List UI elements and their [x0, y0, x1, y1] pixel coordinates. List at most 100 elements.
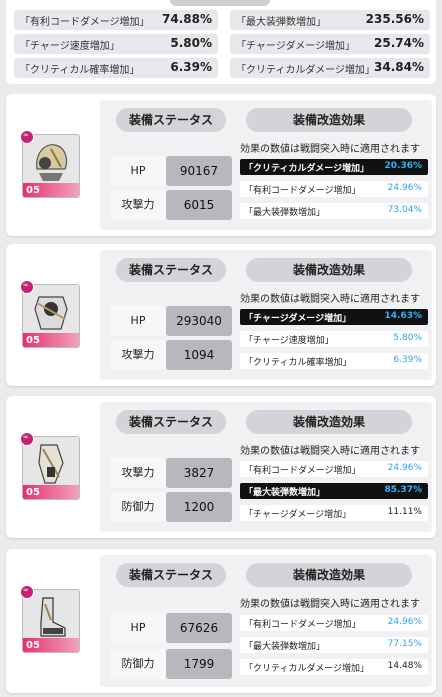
equipment-detail: 装備ステータス 装備改造効果 効果の数値は戦闘突入時に適用されます HP 293… — [100, 250, 432, 380]
effect-label: 「クリティカルダメージ増加」 — [244, 664, 370, 674]
effect-value: 77.15% — [387, 639, 422, 649]
summary-row: 「クリティカル確率増加」 6.39% — [14, 58, 218, 78]
stat-value: 293040 — [166, 306, 232, 336]
effect-row: 「有利コードダメージ増加」 24.96% — [240, 615, 428, 631]
summary-row: 「チャージダメージ増加」 25.74% — [230, 34, 430, 54]
equipment-card: 05 ∞ 装備ステータス 装備改造効果 効果の数値は戦闘突入時に適用されます H… — [6, 549, 436, 693]
effect-row: 「クリティカルダメージ増加」 14.48% — [240, 659, 428, 675]
corp-badge-icon: ∞ — [20, 432, 34, 446]
effect-note: 効果の数値は戦闘突入時に適用されます — [240, 599, 420, 610]
summary-value: 25.74% — [374, 36, 424, 50]
summary-row: 「最大装弾数増加」 235.56% — [230, 10, 430, 30]
effect-value: 24.96% — [387, 183, 422, 193]
summary-label: 「クリティカル確率増加」 — [20, 65, 140, 76]
status-title: 装備ステータス — [116, 563, 226, 587]
stat-label: 防御力 — [110, 649, 166, 679]
helmet-icon — [36, 144, 68, 181]
effect-label: 「チャージダメージ増加」 — [244, 314, 352, 324]
boots-icon — [40, 597, 66, 637]
summary-row: 「チャージ速度増加」 5.80% — [14, 34, 218, 54]
equipment-level: 05 — [26, 185, 40, 196]
summary-label: 「チャージダメージ増加」 — [236, 41, 355, 52]
effect-label: 「有利コードダメージ増加」 — [244, 466, 361, 476]
equipment-thumbnail[interactable]: 05 — [22, 436, 80, 500]
stat-label: 攻撃力 — [110, 458, 166, 488]
effect-row: 「有利コードダメージ増加」 24.96% — [240, 181, 428, 197]
summary-value: 6.39% — [170, 60, 212, 74]
equipment-card: 05 ∞ 装備ステータス 装備改造効果 効果の数値は戦闘突入時に適用されます H… — [6, 244, 436, 386]
effect-label: 「最大装弾数増加」 — [244, 208, 326, 218]
effect-label: 「クリティカル確率増加」 — [244, 358, 352, 368]
stat-label: 防御力 — [110, 492, 166, 522]
equipment-detail: 装備ステータス 装備改造効果 効果の数値は戦闘突入時に適用されます 攻撃力 38… — [100, 402, 432, 532]
armor-icon — [34, 296, 68, 330]
summary-label: 「有利コードダメージ増加」 — [20, 17, 150, 28]
effect-value: 85.37% — [384, 485, 423, 495]
summary-value: 34.84% — [374, 60, 424, 74]
summary-label: 「クリティカルダメージ増加」 — [236, 65, 375, 76]
summary-value: 235.56% — [365, 12, 424, 26]
effect-label: 「有利コードダメージ増加」 — [244, 186, 361, 196]
effect-value: 6.39% — [393, 355, 422, 365]
stat-label: HP — [110, 306, 166, 336]
effect-value: 24.96% — [387, 463, 422, 473]
effect-value: 73.04% — [387, 205, 422, 215]
stat-value: 1799 — [166, 649, 232, 679]
mod-title: 装備改造効果 — [246, 258, 412, 282]
gauntlet-icon — [38, 444, 64, 484]
summary-value: 5.80% — [170, 36, 212, 50]
status-title: 装備ステータス — [116, 108, 226, 132]
effect-row: 「クリティカルダメージ増加」 20.36% — [240, 159, 428, 175]
effect-label: 「チャージ速度増加」 — [244, 336, 334, 346]
effect-value: 5.80% — [393, 333, 422, 343]
summary-row: 「有利コードダメージ増加」 74.88% — [14, 10, 218, 30]
summary-value: 74.88% — [162, 12, 212, 26]
effect-value: 14.48% — [387, 661, 422, 671]
mod-title: 装備改造効果 — [246, 410, 412, 434]
stat-value: 67626 — [166, 613, 232, 643]
effect-row: 「クリティカル確率増加」 6.39% — [240, 353, 428, 369]
effect-value: 24.96% — [387, 617, 422, 627]
corp-badge-icon: ∞ — [20, 280, 34, 294]
effect-row: 「最大装弾数増加」 73.04% — [240, 203, 428, 219]
equipment-card: 05 ∞ 装備ステータス 装備改造効果 効果の数値は戦闘突入時に適用されます H… — [6, 94, 436, 236]
effect-row: 「最大装弾数増加」 85.37% — [240, 483, 428, 499]
stat-label: 攻撃力 — [110, 190, 166, 220]
equipment-level: 05 — [26, 487, 40, 498]
equipment-detail: 装備ステータス 装備改造効果 効果の数値は戦闘突入時に適用されます HP 676… — [100, 555, 432, 687]
equipment-level: 05 — [26, 640, 40, 651]
stat-value: 6015 — [166, 190, 232, 220]
mod-title: 装備改造効果 — [246, 108, 412, 132]
effect-label: 「最大装弾数増加」 — [244, 488, 326, 498]
summary-row: 「クリティカルダメージ増加」 34.84% — [230, 58, 430, 78]
stat-value: 1094 — [166, 340, 232, 370]
effect-label: 「チャージダメージ増加」 — [244, 510, 352, 520]
summary-panel: 「有利コードダメージ増加」 74.88% 「最大装弾数増加」 235.56% 「… — [0, 0, 442, 86]
stat-value: 3827 — [166, 458, 232, 488]
equipment-thumbnail[interactable]: 05 — [22, 589, 80, 653]
stat-value: 90167 — [166, 156, 232, 186]
effect-row: 「最大装弾数増加」 77.15% — [240, 637, 428, 653]
stat-value: 1200 — [166, 492, 232, 522]
effect-label: 「クリティカルダメージ増加」 — [244, 164, 370, 174]
effect-label: 「最大装弾数増加」 — [244, 642, 326, 652]
effect-row: 「チャージ速度増加」 5.80% — [240, 331, 428, 347]
corp-badge-icon: ∞ — [20, 585, 34, 599]
equipment-card: 05 ∞ 装備ステータス 装備改造効果 効果の数値は戦闘突入時に適用されます 攻… — [6, 396, 436, 538]
summary-label: 「最大装弾数増加」 — [236, 17, 326, 28]
effect-row: 「チャージダメージ増加」 14.63% — [240, 309, 428, 325]
effect-value: 20.36% — [384, 161, 423, 171]
summary-tab — [170, 0, 270, 6]
effect-row: 「有利コードダメージ増加」 24.96% — [240, 461, 428, 477]
status-title: 装備ステータス — [116, 410, 226, 434]
effect-note: 効果の数値は戦闘突入時に適用されます — [240, 446, 420, 457]
equipment-level: 05 — [26, 335, 40, 346]
equipment-thumbnail[interactable]: 05 — [22, 284, 80, 348]
stat-label: HP — [110, 156, 166, 186]
equipment-detail: 装備ステータス 装備改造効果 効果の数値は戦闘突入時に適用されます HP 901… — [100, 100, 432, 230]
effect-note: 効果の数値は戦闘突入時に適用されます — [240, 294, 420, 305]
effect-value: 14.63% — [384, 311, 423, 321]
effect-value: 11.11% — [387, 507, 422, 517]
equipment-thumbnail[interactable]: 05 — [22, 134, 80, 198]
effect-label: 「有利コードダメージ増加」 — [244, 620, 361, 630]
